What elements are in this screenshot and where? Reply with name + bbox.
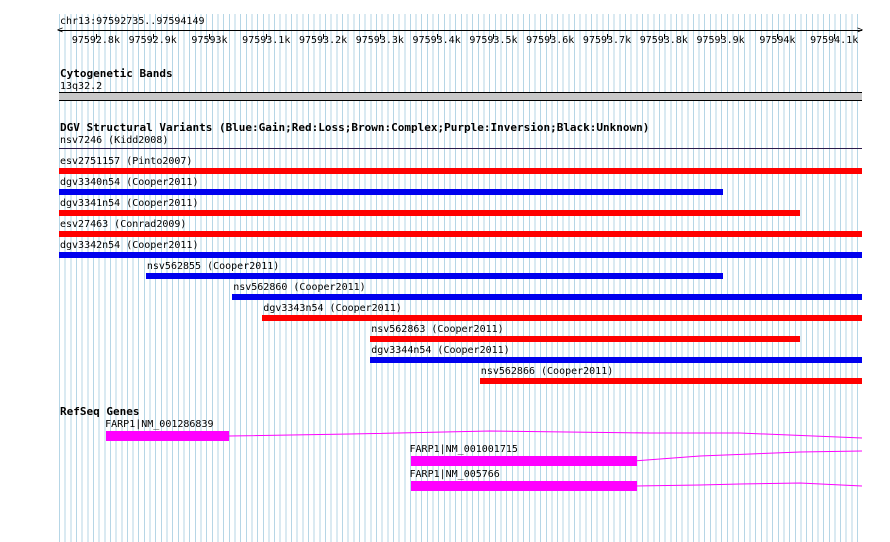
genome-browser: chr13:97592735..97594149 < > 97592.8k 975… — [0, 0, 890, 542]
refseq-intron-path — [633, 482, 863, 487]
refseq-exon[interactable] — [410, 481, 637, 491]
refseq-intron-line — [633, 482, 863, 487]
